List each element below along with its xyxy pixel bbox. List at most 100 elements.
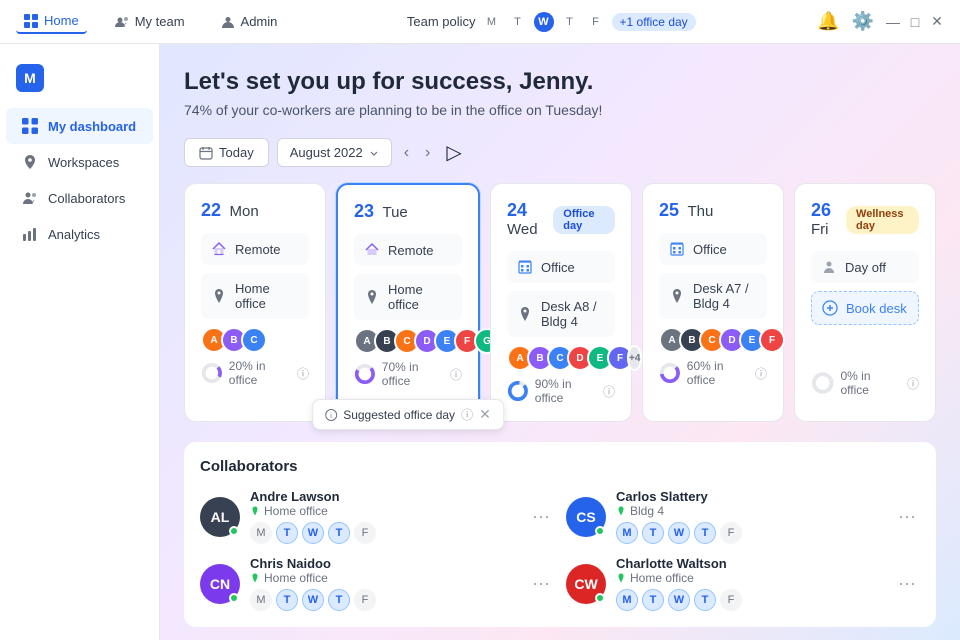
day-pill-f: F (720, 589, 742, 611)
day-22-number: 22 (201, 200, 221, 220)
day-26-avatars (811, 333, 919, 363)
day-pill-t: T (642, 589, 664, 611)
month-selector[interactable]: August 2022 (277, 138, 392, 167)
collab-name-chris: Chris Naidoo (250, 556, 518, 571)
collab-more-andre[interactable]: ··· (528, 502, 554, 531)
day-23-number: 23 (354, 201, 374, 221)
day-24-work-item-office: Office (507, 251, 615, 283)
info-icon-22: ⓘ (297, 365, 309, 382)
settings-icon[interactable]: ⚙️ (852, 11, 874, 32)
donut-chart-26 (811, 371, 834, 395)
collab-location-charlotte: Home office (616, 571, 884, 585)
day-26-work-item-dayoff: Day off (811, 251, 919, 283)
suggested-close-button[interactable]: ✕ (479, 406, 491, 423)
day-25-number: 25 (659, 200, 679, 220)
day-24-avatars: A B C D E F +4 (507, 345, 615, 371)
title-bar-right: 🔔 ⚙️ — □ ✕ (817, 11, 944, 32)
day-card-25: 25 Thu Office (642, 183, 784, 422)
day-cards: 22 Mon Remote (184, 183, 936, 422)
calendar-icon (199, 146, 213, 160)
svg-text:i: i (330, 413, 332, 420)
sidebar-item-collaborators[interactable]: Collaborators (6, 180, 153, 216)
day-pill-t2: T (694, 589, 716, 611)
pin-icon-25 (669, 288, 685, 304)
collab-info-chris: Chris Naidoo Home office M T W T (250, 556, 518, 611)
day-24-work-item-desk: Desk A8 / Bldg 4 (507, 291, 615, 337)
collab-item-andre: AL Andre Lawson Home office M (200, 489, 554, 544)
sidebar-item-dashboard[interactable]: My dashboard (6, 108, 153, 144)
day-card-23: 23 Tue Remote Home office (336, 183, 480, 422)
collab-days-chris: M T W T F (250, 589, 518, 611)
collab-more-carlos[interactable]: ··· (894, 502, 920, 531)
donut-chart-22 (201, 361, 223, 385)
day-pill-f: F (354, 522, 376, 544)
sidebar-item-analytics[interactable]: Analytics (6, 216, 153, 252)
day-24-badge: Office day (553, 206, 615, 234)
tab-my-team[interactable]: My team (107, 10, 193, 33)
collab-avatar-chris: CN (200, 564, 240, 604)
main-content: Let's set you up for success, Jenny. 74%… (160, 44, 960, 640)
collab-location-andre: Home office (250, 504, 518, 518)
person-icon (221, 15, 235, 29)
day-26-work-item-book[interactable]: Book desk (811, 291, 919, 325)
day-25-header: 25 Thu (659, 200, 767, 221)
sidebar: M My dashboard Workspaces (0, 44, 160, 640)
hero-subtitle: 74% of your co-workers are planning to b… (184, 102, 936, 118)
collaborators-section-title: Collaborators (200, 458, 920, 475)
tab-admin[interactable]: Admin (213, 10, 286, 33)
collab-info-carlos: Carlos Slattery Bldg 4 M T W T (616, 489, 884, 544)
minimize-button[interactable]: — (886, 15, 900, 29)
sidebar-logo: M (0, 56, 159, 108)
collab-location-chris: Home office (250, 571, 518, 585)
day-26-badge: Wellness day (846, 206, 919, 234)
collab-more-charlotte[interactable]: ··· (894, 569, 920, 598)
day-pill-w: W (668, 589, 690, 611)
info-banner-icon: i (325, 409, 337, 421)
collab-avatar-andre: AL (200, 497, 240, 537)
day-23-percent: 70% in office ⓘ (354, 360, 462, 388)
day-23-work-item-remote: Remote (354, 234, 462, 266)
day-pill-t2: T (694, 522, 716, 544)
sidebar-item-workspaces[interactable]: Workspaces (6, 144, 153, 180)
day-pill-t2: T (328, 589, 350, 611)
analytics-icon (22, 226, 38, 242)
avatar: C (241, 327, 267, 353)
day-pill-t: T (276, 589, 298, 611)
notification-icon[interactable]: 🔔 (817, 11, 839, 32)
info-icon-26: ⓘ (907, 375, 919, 392)
day-pill-f: F (720, 522, 742, 544)
location-icon (22, 154, 38, 170)
title-bar-left: Home My team Admin (16, 9, 285, 34)
day-26-header: 26 Fri Wellness day (811, 200, 919, 239)
day-22-percent: 20% in office ⓘ (201, 359, 309, 387)
day-22-work-item-location: Home office (201, 273, 309, 319)
info-icon-24: ⓘ (603, 383, 615, 400)
collab-more-chris[interactable]: ··· (528, 569, 554, 598)
prev-week-button[interactable]: ‹ (400, 140, 413, 166)
day-24-header: 24 Wed Office day (507, 200, 615, 239)
day-22-header: 22 Mon (201, 200, 309, 221)
maximize-button[interactable]: □ (908, 15, 922, 29)
pin-icon-chris (250, 573, 260, 583)
policy-badge: +1 office day (612, 13, 696, 31)
policy-day-t1: T (508, 12, 528, 32)
policy-day-m: M (482, 12, 502, 32)
calendar-controls: Today August 2022 ‹ › ▷ (184, 138, 936, 167)
pin-icon (211, 288, 227, 304)
hero-title: Let's set you up for success, Jenny. (184, 68, 936, 96)
tab-home[interactable]: Home (16, 9, 87, 34)
online-status-carlos (595, 526, 605, 536)
collaborators-section: Collaborators AL Andre Lawson (184, 442, 936, 627)
close-button[interactable]: ✕ (930, 15, 944, 29)
chevron-down-icon (369, 148, 379, 158)
today-button[interactable]: Today (184, 138, 269, 167)
info-icon-25: ⓘ (755, 365, 767, 382)
day-25-name: Thu (687, 203, 713, 220)
collaborators-icon (22, 190, 38, 206)
next-week-button[interactable]: › (421, 140, 434, 166)
home-icon (211, 241, 227, 257)
donut-chart-24 (507, 379, 529, 403)
collab-info-charlotte: Charlotte Waltson Home office M T W T (616, 556, 884, 611)
online-status-charlotte (595, 593, 605, 603)
cursor-icon: ▷ (446, 140, 461, 165)
